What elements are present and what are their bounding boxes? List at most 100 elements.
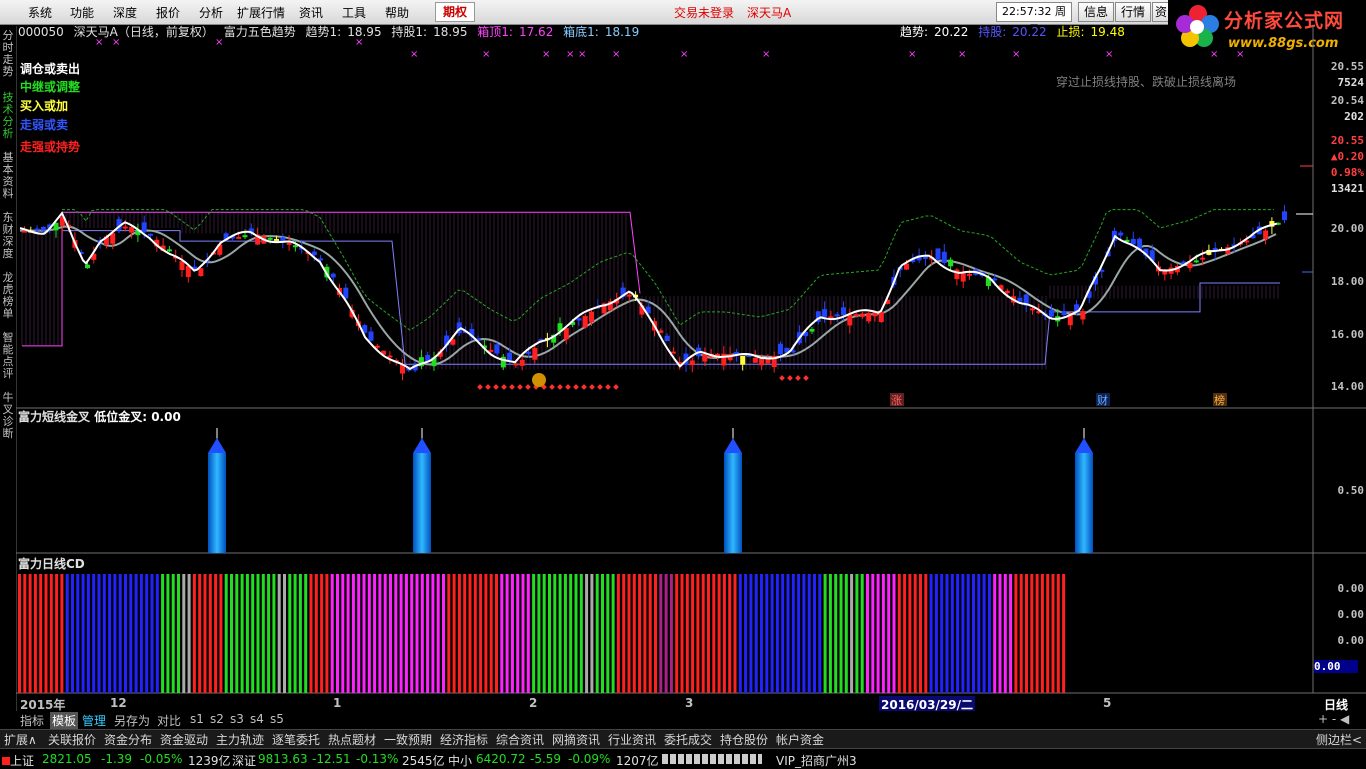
cd-stripe (420, 574, 424, 693)
toolbar-orders[interactable]: 委托成交 (664, 731, 712, 748)
cd-stripe (346, 574, 350, 693)
cd-stripe (892, 574, 896, 693)
candle-body (274, 238, 279, 241)
candle-body (853, 314, 859, 317)
tab-s3[interactable]: s3 (230, 712, 244, 726)
candle-body (1193, 260, 1199, 263)
cd-stripe (108, 574, 112, 693)
cd-stripe (288, 574, 292, 693)
cd-stripe (691, 574, 695, 693)
tab-template[interactable]: 模板 (50, 712, 79, 729)
legend-relay: 中继或调整 (20, 80, 81, 94)
candle-body (494, 344, 500, 354)
candle-body (507, 352, 513, 361)
cd-stripe (919, 574, 922, 693)
toolbar-web-news[interactable]: 网摘资讯 (552, 731, 600, 748)
tab-s1[interactable]: s1 (190, 712, 204, 726)
toolbar-main-track[interactable]: 主力轨迹 (216, 731, 264, 748)
sub1-value-label: 低位金叉: (94, 410, 148, 424)
sub2-title[interactable]: 富力日线CD (18, 555, 85, 572)
zx-label: 中小 (448, 754, 473, 768)
cd-stripe (394, 574, 398, 693)
candle-body (368, 331, 374, 341)
cd-stripe (844, 574, 848, 693)
signal-marker: × (762, 49, 770, 60)
cross-bar (208, 453, 226, 553)
toolbar-account[interactable]: 帐户资金 (776, 731, 824, 748)
sub1-title-text[interactable]: 富力短线金叉 (18, 410, 90, 424)
cd-stripe (929, 574, 933, 693)
sh-label: 上证 (2, 752, 34, 769)
y-label-volume: 7524 (1337, 76, 1365, 89)
cd-stripe (1056, 574, 1060, 693)
legend-buy: 买入或加 (20, 99, 69, 113)
diamond-marker (557, 384, 563, 390)
signal-marker: × (1105, 49, 1113, 60)
toolbar-fund-drive[interactable]: 资金驱动 (160, 731, 208, 748)
toolbar-sidebar-toggle[interactable]: 侧边栏< (1316, 731, 1362, 748)
tab-save-as[interactable]: 另存为 (114, 712, 150, 729)
tab-s4[interactable]: s4 (250, 712, 264, 726)
diamond-marker (549, 384, 555, 390)
sh-index: 2821.05 (42, 752, 92, 766)
cd-stripe (500, 574, 504, 693)
toolbar-fund-dist[interactable]: 资金分布 (104, 731, 152, 748)
tab-manage[interactable]: 管理 (82, 712, 106, 729)
candle-body (935, 248, 941, 260)
tab-compare[interactable]: 对比 (157, 712, 181, 729)
candle-body (809, 329, 815, 332)
candle-body (778, 343, 783, 355)
x-label-jan: 1 (333, 696, 342, 710)
cd-stripe (797, 574, 801, 693)
marker-m1: 涨 (891, 394, 902, 407)
candle-body (280, 237, 286, 242)
cd-stripe (489, 574, 493, 693)
cd-stripe (182, 574, 186, 693)
cd-stripe (177, 574, 180, 693)
marker-m3: 榜 (1214, 393, 1225, 407)
toolbar-expand[interactable]: 扩展∧ (4, 731, 37, 748)
signal-marker: × (410, 49, 418, 60)
cd-stripe (876, 574, 880, 693)
toolbar-related-quote[interactable]: 关联报价 (48, 731, 96, 748)
cd-stripe (558, 574, 562, 693)
toolbar-industry-news[interactable]: 行业资讯 (608, 731, 656, 748)
signal-marker: × (95, 37, 103, 48)
toolbar-consensus[interactable]: 一致预期 (384, 731, 432, 748)
cd-stripe (791, 574, 795, 693)
cd-stripe (563, 574, 567, 693)
toolbar-hot-topics[interactable]: 热点题材 (328, 731, 376, 748)
cd-stripe (28, 574, 32, 693)
cd-stripe (987, 574, 991, 693)
signal-marker: × (1012, 49, 1020, 60)
cd-stripe (828, 574, 832, 693)
chart-area[interactable]: × × × × × × × × × × × × × × × × × × 涨 财 榜 (0, 0, 1366, 768)
cd-stripe (55, 574, 59, 693)
candle-body (1130, 238, 1136, 245)
candle-body (866, 313, 872, 322)
cd-stripe (1019, 574, 1023, 693)
cross-bar (413, 453, 431, 553)
cd-stripe (950, 574, 954, 693)
cross-bar (1075, 453, 1093, 553)
tab-s2[interactable]: s2 (210, 712, 224, 726)
signal-marker: × (355, 37, 363, 48)
tab-indicator[interactable]: 指标 (20, 712, 44, 729)
tab-s5[interactable]: s5 (270, 712, 284, 726)
cd-stripe (161, 574, 165, 693)
cd-stripe (452, 574, 456, 693)
sub1-value: 0.00 (151, 410, 181, 424)
signal-marker: × (680, 49, 688, 60)
toolbar-positions[interactable]: 持仓股份 (720, 731, 768, 748)
toolbar-economic[interactable]: 经济指标 (440, 731, 488, 748)
cd-stripe (203, 574, 207, 693)
toolbar-composite-news[interactable]: 综合资讯 (496, 731, 544, 748)
candle-body (834, 314, 840, 317)
zoom-controls[interactable]: + - ◀ (1318, 712, 1349, 726)
toolbar-tick-orders[interactable]: 逐笔委托 (272, 731, 320, 748)
diamond-marker (795, 375, 801, 381)
cd-stripe (966, 574, 970, 693)
diamond-marker (493, 384, 499, 390)
candle-body (1048, 309, 1054, 317)
y-label-change: ▲0.20 (1330, 150, 1364, 163)
